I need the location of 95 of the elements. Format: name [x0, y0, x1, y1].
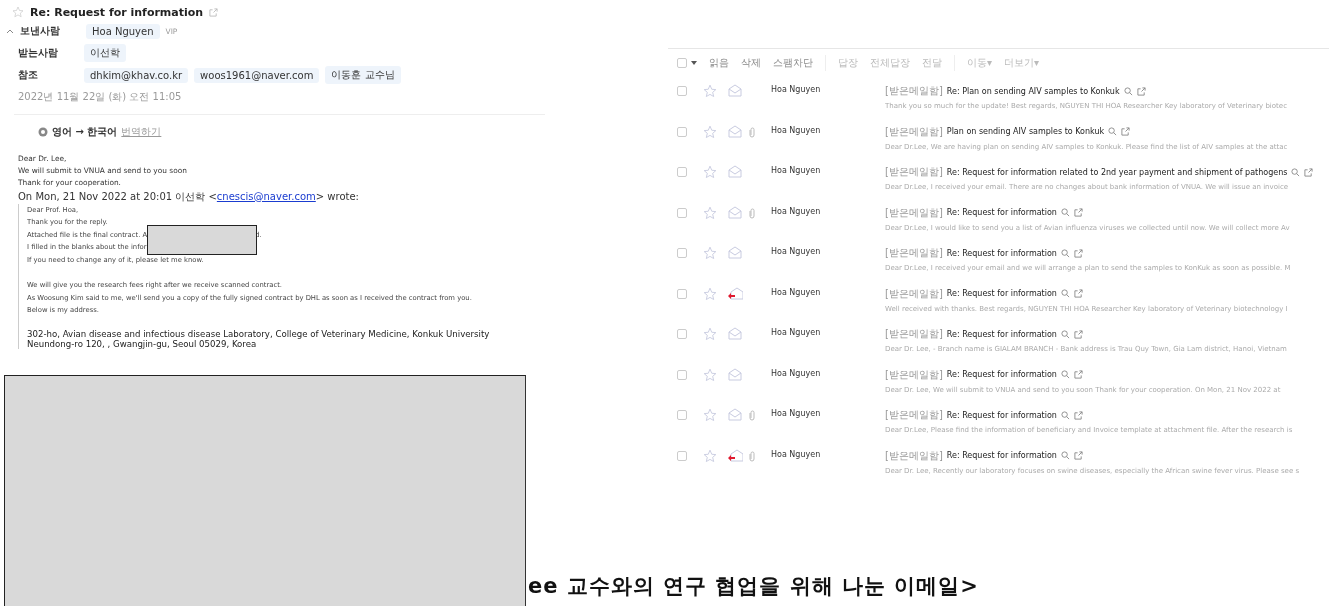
toolbar-button[interactable]: 스팸차단 — [773, 56, 813, 70]
row-checkbox[interactable] — [677, 450, 687, 461]
mail-subject[interactable]: Re: Request for information related to 2nd year payment and shipment of pathogens — [946, 167, 1288, 177]
search-icon[interactable] — [1060, 208, 1070, 217]
toolbar-button[interactable]: 삭제 — [741, 56, 761, 70]
external-link-icon[interactable] — [1073, 451, 1083, 460]
folder-tag: [받은메일함] — [885, 165, 943, 179]
collapse-icon[interactable] — [6, 28, 14, 34]
address-line: 302-ho, Avian disease and infectious disease Laboratory, College of Veterinary Medicine, Konkuk University — [27, 328, 491, 339]
search-icon[interactable] — [1108, 127, 1118, 136]
search-icon[interactable] — [1060, 370, 1070, 379]
folder-tag: [받은메일함] — [885, 84, 943, 98]
search-icon[interactable] — [1123, 86, 1133, 96]
cc-chip[interactable]: 이동훈 교수님 — [325, 66, 401, 84]
search-icon[interactable] — [1291, 167, 1301, 177]
star-icon[interactable] — [703, 408, 717, 422]
external-link-icon[interactable] — [1073, 370, 1083, 379]
star-icon[interactable] — [703, 246, 717, 260]
row-checkbox[interactable] — [677, 288, 687, 299]
row-checkbox[interactable] — [677, 126, 687, 137]
external-link-icon[interactable] — [1121, 127, 1131, 136]
external-link-icon[interactable] — [1073, 410, 1083, 420]
external-link-icon[interactable] — [1073, 208, 1083, 217]
recipient-label: 받는사람 — [18, 46, 59, 60]
star-icon[interactable] — [12, 6, 24, 18]
mail-sender[interactable]: Hoa Nguyen — [771, 165, 885, 175]
mail-subject[interactable]: Re: Request for information — [946, 370, 1057, 379]
sender-label: 보낸사람 — [20, 24, 61, 38]
row-checkbox[interactable] — [677, 369, 687, 380]
folder-tag: [받은메일함] — [885, 246, 943, 260]
search-icon[interactable] — [1060, 451, 1070, 460]
external-link-icon[interactable] — [209, 7, 219, 17]
row-checkbox[interactable] — [677, 410, 687, 420]
mail-subject[interactable]: Re: Request for information — [946, 289, 1057, 298]
mail-sender[interactable]: Hoa Nguyen — [771, 408, 885, 418]
folder-tag: [받은메일함] — [885, 408, 943, 422]
row-checkbox[interactable] — [677, 167, 687, 177]
sender-chip[interactable]: Hoa Nguyen — [86, 23, 160, 39]
search-icon[interactable] — [1060, 248, 1070, 258]
row-checkbox[interactable] — [677, 329, 687, 339]
search-icon[interactable] — [1060, 329, 1070, 339]
mail-sender[interactable]: Hoa Nguyen — [771, 448, 885, 459]
search-icon[interactable] — [1060, 289, 1070, 298]
mail-subject[interactable]: Re: Request for information — [946, 451, 1057, 460]
translate-icon — [38, 127, 48, 137]
star-icon[interactable] — [703, 165, 717, 179]
cc-chip[interactable]: woos1961@naver.com — [194, 67, 320, 83]
folder-tag: [받은메일함] — [885, 286, 943, 301]
toolbar-button[interactable]: 읽음 — [709, 56, 729, 70]
address-line: Neundong-ro 120, , Gwangjin-gu, Seoul 05029, Korea — [27, 338, 257, 349]
folder-tag: [받은메일함] — [885, 124, 943, 139]
folder-tag: [받은메일함] — [885, 367, 943, 382]
external-link-icon[interactable] — [1073, 289, 1083, 298]
external-link-icon[interactable] — [1073, 329, 1083, 339]
recipient-chip[interactable]: 이선학 — [84, 44, 126, 62]
figure-caption: ee 교수와의 연구 협업을 위해 나눈 이메일> — [528, 573, 979, 600]
external-link-icon[interactable] — [1136, 86, 1146, 96]
star-icon[interactable] — [703, 286, 717, 301]
mail-sender[interactable]: Hoa Nguyen — [771, 124, 885, 135]
external-link-icon[interactable] — [1073, 248, 1083, 258]
quote-header: On Mon, 21 Nov 2022 at 20:01 이선학 <cnescis@naver.com> wrote: — [18, 189, 360, 204]
folder-tag: [받은메일함] — [885, 448, 943, 463]
row-checkbox[interactable] — [677, 248, 687, 258]
folder-tag: [받은메일함] — [885, 205, 943, 220]
mail-subject: Re: Request for information — [30, 5, 204, 19]
star-icon[interactable] — [703, 84, 717, 98]
mail-subject[interactable]: Re: Request for information — [946, 410, 1057, 420]
star-icon[interactable] — [703, 448, 717, 463]
mail-sender[interactable]: Hoa Nguyen — [771, 286, 885, 297]
select-all-checkbox[interactable] — [677, 58, 687, 68]
mail-subject[interactable]: Plan on sending AIV samples to Konkuk — [946, 127, 1105, 136]
mail-subject[interactable]: Re: Request for information — [946, 248, 1057, 258]
row-checkbox[interactable] — [677, 86, 687, 96]
mail-sender[interactable]: Hoa Nguyen — [771, 367, 885, 378]
star-icon[interactable] — [703, 205, 717, 220]
search-icon[interactable] — [1060, 410, 1070, 420]
mail-subject[interactable]: Re: Request for information — [946, 329, 1057, 339]
caret-icon[interactable] — [691, 61, 697, 65]
folder-tag: [받은메일함] — [885, 327, 943, 341]
mail-subject[interactable]: Re: Request for information — [946, 208, 1057, 217]
language-pair: 영어 → 한국어 — [52, 125, 118, 139]
row-checkbox[interactable] — [677, 207, 687, 218]
mail-sender[interactable]: Hoa Nguyen — [771, 205, 885, 216]
cc-label: 참조 — [18, 68, 39, 82]
mail-sender[interactable]: Hoa Nguyen — [771, 246, 885, 256]
mail-subject[interactable]: Re: Plan on sending AIV samples to Konkuk — [946, 86, 1120, 96]
mail-sender[interactable]: Hoa Nguyen — [771, 327, 885, 337]
cc-chip[interactable]: dhkim@khav.co.kr — [84, 67, 189, 83]
mail-date: 2022년 11월 22일 (화) 오전 11:05 — [14, 86, 545, 115]
external-link-icon[interactable] — [1304, 167, 1314, 177]
mail-sender[interactable]: Hoa Nguyen — [771, 84, 885, 94]
star-icon[interactable] — [703, 367, 717, 382]
email-link[interactable]: cnescis@naver.com — [216, 190, 316, 202]
star-icon[interactable] — [703, 124, 717, 139]
star-icon[interactable] — [703, 327, 717, 341]
